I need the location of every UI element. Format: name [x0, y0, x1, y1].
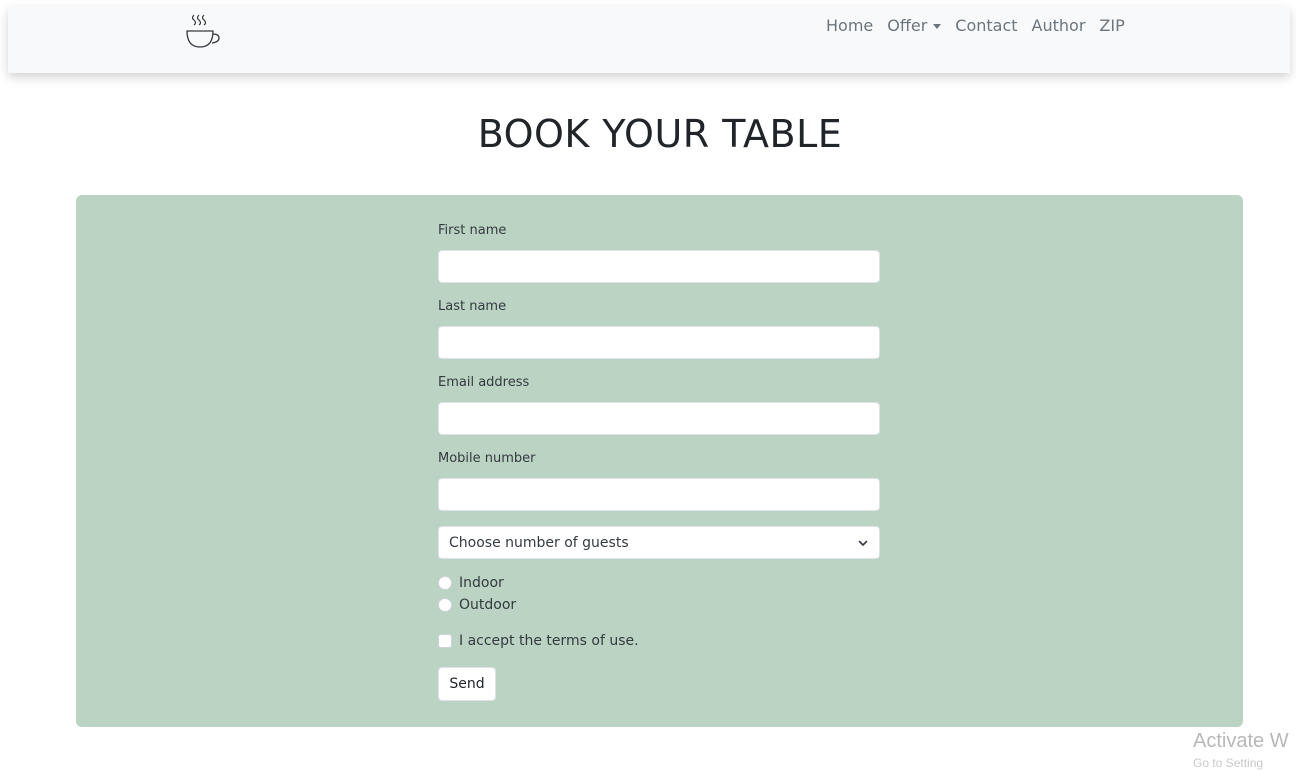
caret-down-icon [933, 24, 942, 29]
indoor-radio[interactable] [438, 576, 452, 590]
last-name-label: Last name [438, 299, 507, 314]
nav-link-offer-label: Offer [887, 16, 928, 35]
first-name-label: First name [438, 223, 507, 238]
nav-link-contact[interactable]: Contact [955, 16, 1017, 35]
nav-link-zip[interactable]: ZIP [1099, 16, 1124, 35]
last-name-input[interactable] [438, 326, 880, 359]
activation-watermark-sub: Go to Setting [1193, 756, 1264, 770]
nav-link-author[interactable]: Author [1032, 16, 1086, 35]
guests-select-value: Choose number of guests [449, 534, 629, 551]
navbar: Home Offer Contact Author ZIP [8, 7, 1290, 73]
first-name-input[interactable] [438, 250, 880, 283]
terms-checkbox[interactable] [438, 634, 452, 648]
email-label: Email address [438, 375, 530, 390]
guests-select[interactable]: Choose number of guests [438, 526, 880, 559]
send-button[interactable]: Send [438, 667, 496, 701]
seating-option-indoor[interactable]: Indoor [438, 575, 504, 591]
terms-row[interactable]: I accept the terms of use. [438, 633, 639, 649]
mobile-label: Mobile number [438, 451, 536, 466]
nav-link-home[interactable]: Home [826, 16, 873, 35]
chevron-down-icon [858, 540, 868, 546]
outdoor-radio[interactable] [438, 598, 452, 612]
page-title: BOOK YOUR TABLE [477, 112, 843, 156]
mobile-input[interactable] [438, 478, 880, 511]
nav-links: Home Offer Contact Author ZIP [826, 16, 1125, 35]
indoor-label: Indoor [459, 575, 504, 591]
seating-option-outdoor[interactable]: Outdoor [438, 597, 516, 613]
booking-form-panel: First name Last name Email address Mobil… [76, 195, 1243, 727]
activation-watermark: Activate W [1193, 730, 1289, 752]
email-input[interactable] [438, 402, 880, 435]
outdoor-label: Outdoor [459, 597, 517, 613]
nav-link-offer[interactable]: Offer [887, 16, 942, 35]
coffee-cup-icon[interactable] [178, 11, 222, 51]
terms-label: I accept the terms of use. [459, 633, 639, 649]
